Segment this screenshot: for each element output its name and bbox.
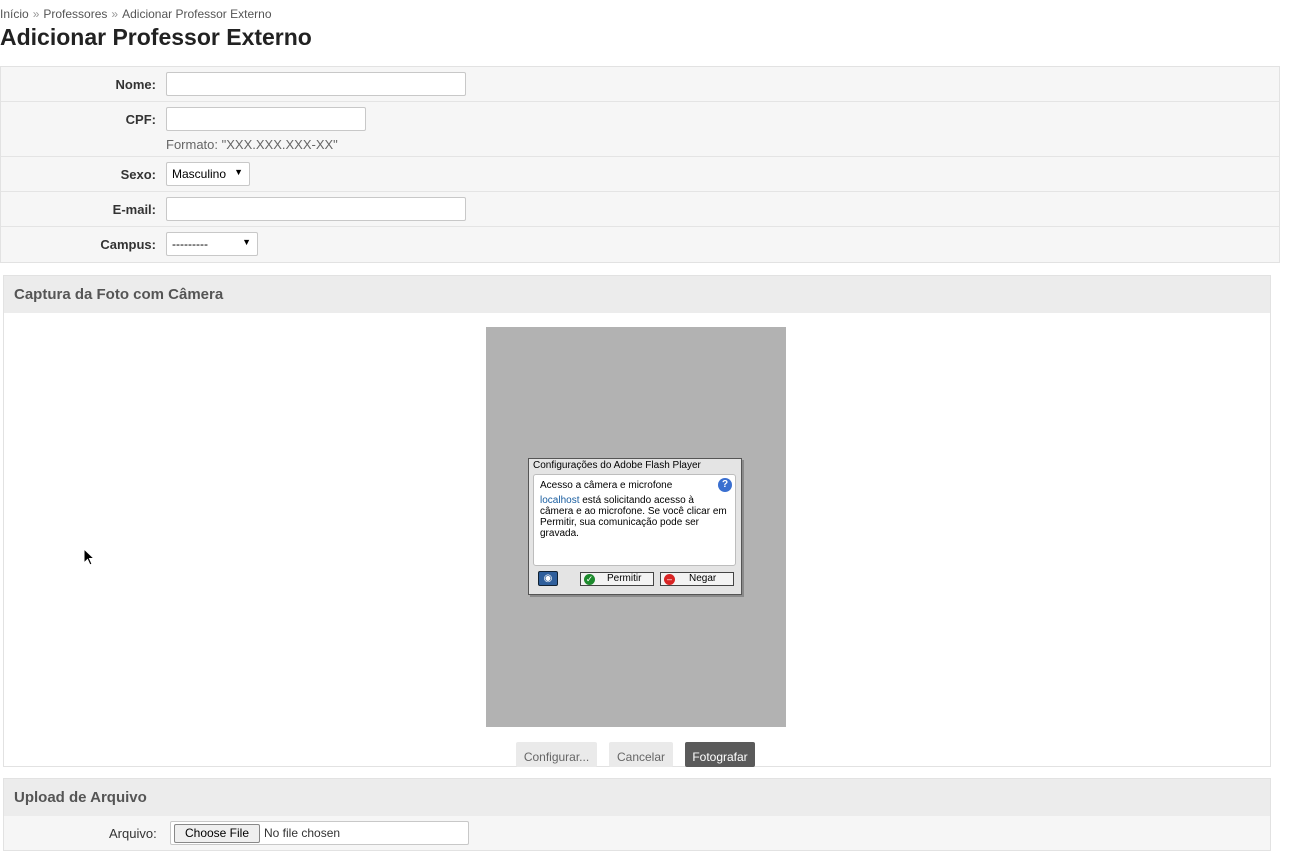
breadcrumb-current: Adicionar Professor Externo — [122, 7, 272, 21]
breadcrumb-separator: » — [32, 7, 40, 21]
flash-dialog-body: Acesso a câmera e microfone localhost es… — [533, 474, 736, 566]
file-status: No file chosen — [264, 826, 341, 840]
flash-host-link[interactable]: localhost — [540, 495, 579, 506]
form-row-sexo: Sexo: Masculino ▼ — [1, 157, 1279, 192]
choose-file-button[interactable]: Choose File — [174, 824, 260, 843]
sexo-label: Sexo: — [120, 167, 156, 182]
capture-photo-button[interactable]: Fotografar — [685, 742, 755, 767]
upload-row: Arquivo: Choose File No file chosen — [4, 816, 1270, 850]
camera-settings-icon[interactable]: ◉ — [538, 571, 558, 586]
nome-label: Nome: — [115, 77, 156, 92]
mouse-cursor-icon — [83, 548, 95, 566]
breadcrumb-professores-link[interactable]: Professores — [43, 7, 107, 21]
breadcrumb: Início» Professores» Adicionar Professor E… — [0, 7, 272, 21]
flash-dialog-message: localhost está solicitando acesso à câme… — [540, 495, 729, 539]
flash-dialog-heading: Acesso a câmera e microfone — [540, 480, 673, 491]
dropdown-arrow-icon: ▼ — [242, 237, 251, 247]
configure-button[interactable]: Configurar... — [516, 742, 597, 767]
camera-capture-panel: Captura da Foto com Câmera Configurações… — [3, 275, 1271, 767]
campus-select[interactable]: --------- ▼ — [166, 232, 258, 256]
allow-label: Permitir — [607, 573, 642, 584]
cpf-format-help: Formato: "XXX.XXX.XXX-XX" — [166, 137, 338, 152]
sexo-select[interactable]: Masculino ▼ — [166, 162, 250, 186]
email-input[interactable] — [166, 197, 466, 221]
upload-panel-title: Upload de Arquivo — [4, 779, 1270, 816]
cpf-label: CPF: — [125, 112, 156, 127]
checkmark-icon: ✓ — [584, 574, 595, 585]
file-input[interactable]: Choose File No file chosen — [170, 821, 469, 845]
arquivo-label: Arquivo: — [109, 826, 157, 841]
cancel-button[interactable]: Cancelar — [609, 742, 673, 767]
deny-icon: – — [664, 574, 675, 585]
form-row-campus: Campus: --------- ▼ — [1, 227, 1279, 262]
sexo-selected-value: Masculino — [172, 167, 227, 181]
form-row-email: E-mail: — [1, 192, 1279, 227]
form-row-cpf: CPF: Formato: "XXX.XXX.XXX-XX" — [1, 102, 1279, 157]
professor-form: Nome: CPF: Formato: "XXX.XXX.XXX-XX" Sex… — [0, 66, 1280, 263]
allow-button[interactable]: ✓ Permitir — [580, 572, 654, 586]
form-row-nome: Nome: — [1, 67, 1279, 102]
deny-button[interactable]: – Negar — [660, 572, 734, 586]
upload-panel: Upload de Arquivo Arquivo: Choose File N… — [3, 778, 1271, 851]
deny-label: Negar — [689, 573, 717, 584]
cpf-input[interactable] — [166, 107, 366, 131]
help-icon[interactable]: ? — [718, 478, 732, 492]
flash-settings-dialog: Configurações do Adobe Flash Player Aces… — [528, 458, 742, 595]
campus-selected-value: --------- — [172, 237, 208, 251]
campus-label: Campus: — [100, 237, 156, 252]
page-title: Adicionar Professor Externo — [0, 24, 312, 50]
camera-preview[interactable]: Configurações do Adobe Flash Player Aces… — [486, 327, 786, 727]
flash-dialog-title: Configurações do Adobe Flash Player — [533, 460, 701, 471]
breadcrumb-home-link[interactable]: Início — [0, 7, 29, 21]
breadcrumb-separator: » — [111, 7, 119, 21]
nome-input[interactable] — [166, 72, 466, 96]
email-label: E-mail: — [112, 202, 156, 217]
camera-panel-title: Captura da Foto com Câmera — [4, 276, 1270, 313]
dropdown-arrow-icon: ▼ — [234, 167, 243, 177]
